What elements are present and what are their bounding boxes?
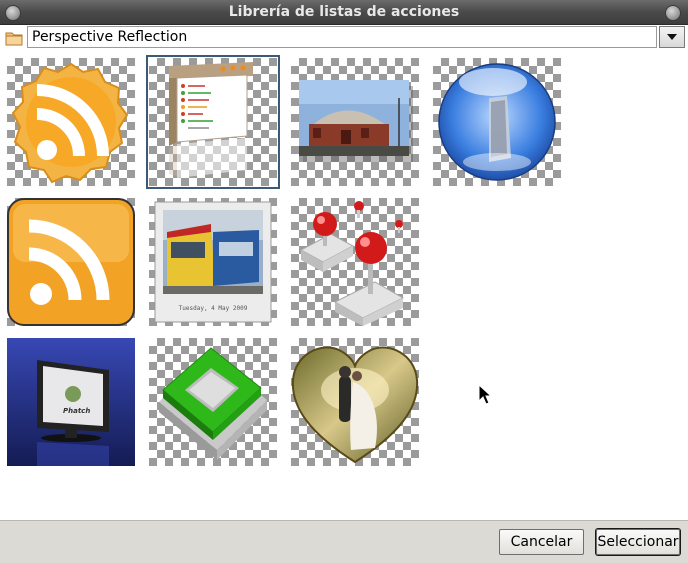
close-window-button[interactable] — [665, 5, 681, 21]
select-button[interactable]: Seleccionar — [596, 529, 680, 555]
thumbnail-glass-sphere[interactable] — [433, 58, 561, 186]
window-menu-button[interactable] — [5, 5, 21, 21]
titlebar: Librería de listas de acciones — [0, 0, 688, 25]
monitor-screen-text: Phatch — [63, 407, 91, 415]
thumbnail-tram-polaroid[interactable]: Tuesday, 4 May 2009 — [149, 198, 277, 326]
path-dropdown-button[interactable] — [659, 26, 685, 48]
cancel-button[interactable]: Cancelar — [499, 529, 584, 555]
chevron-down-icon — [667, 34, 677, 40]
dialog-action-bar: Cancelar Seleccionar — [0, 520, 688, 563]
path-bar: Perspective Reflection — [0, 25, 688, 53]
thumbnail-rss-badge[interactable] — [7, 58, 135, 186]
thumbnail-monitor[interactable]: Phatch — [7, 338, 135, 466]
path-combo-field[interactable]: Perspective Reflection — [27, 26, 657, 48]
thumbnail-grid: Tuesday, 4 May 2009 Phatch — [0, 53, 688, 520]
thumbnail-heart-photo[interactable] — [291, 338, 419, 466]
thumbnail-app-window[interactable] — [146, 55, 280, 189]
polaroid-caption: Tuesday, 4 May 2009 — [178, 305, 248, 312]
select-label: Seleccionar — [597, 534, 679, 550]
thumbnail-rss-square[interactable] — [7, 198, 135, 326]
action-list-library-dialog: Librería de listas de acciones Perspecti… — [0, 0, 688, 563]
thumbnail-joysticks[interactable] — [291, 198, 419, 326]
folder-icon[interactable] — [3, 27, 25, 49]
thumbnail-building-photo[interactable] — [291, 58, 419, 186]
cancel-label: Cancelar — [510, 534, 573, 550]
path-value: Perspective Reflection — [32, 29, 188, 45]
mouse-pointer-icon — [478, 383, 493, 410]
thumbnail-green-frame[interactable] — [149, 338, 277, 466]
window-title: Librería de listas de acciones — [228, 4, 460, 20]
